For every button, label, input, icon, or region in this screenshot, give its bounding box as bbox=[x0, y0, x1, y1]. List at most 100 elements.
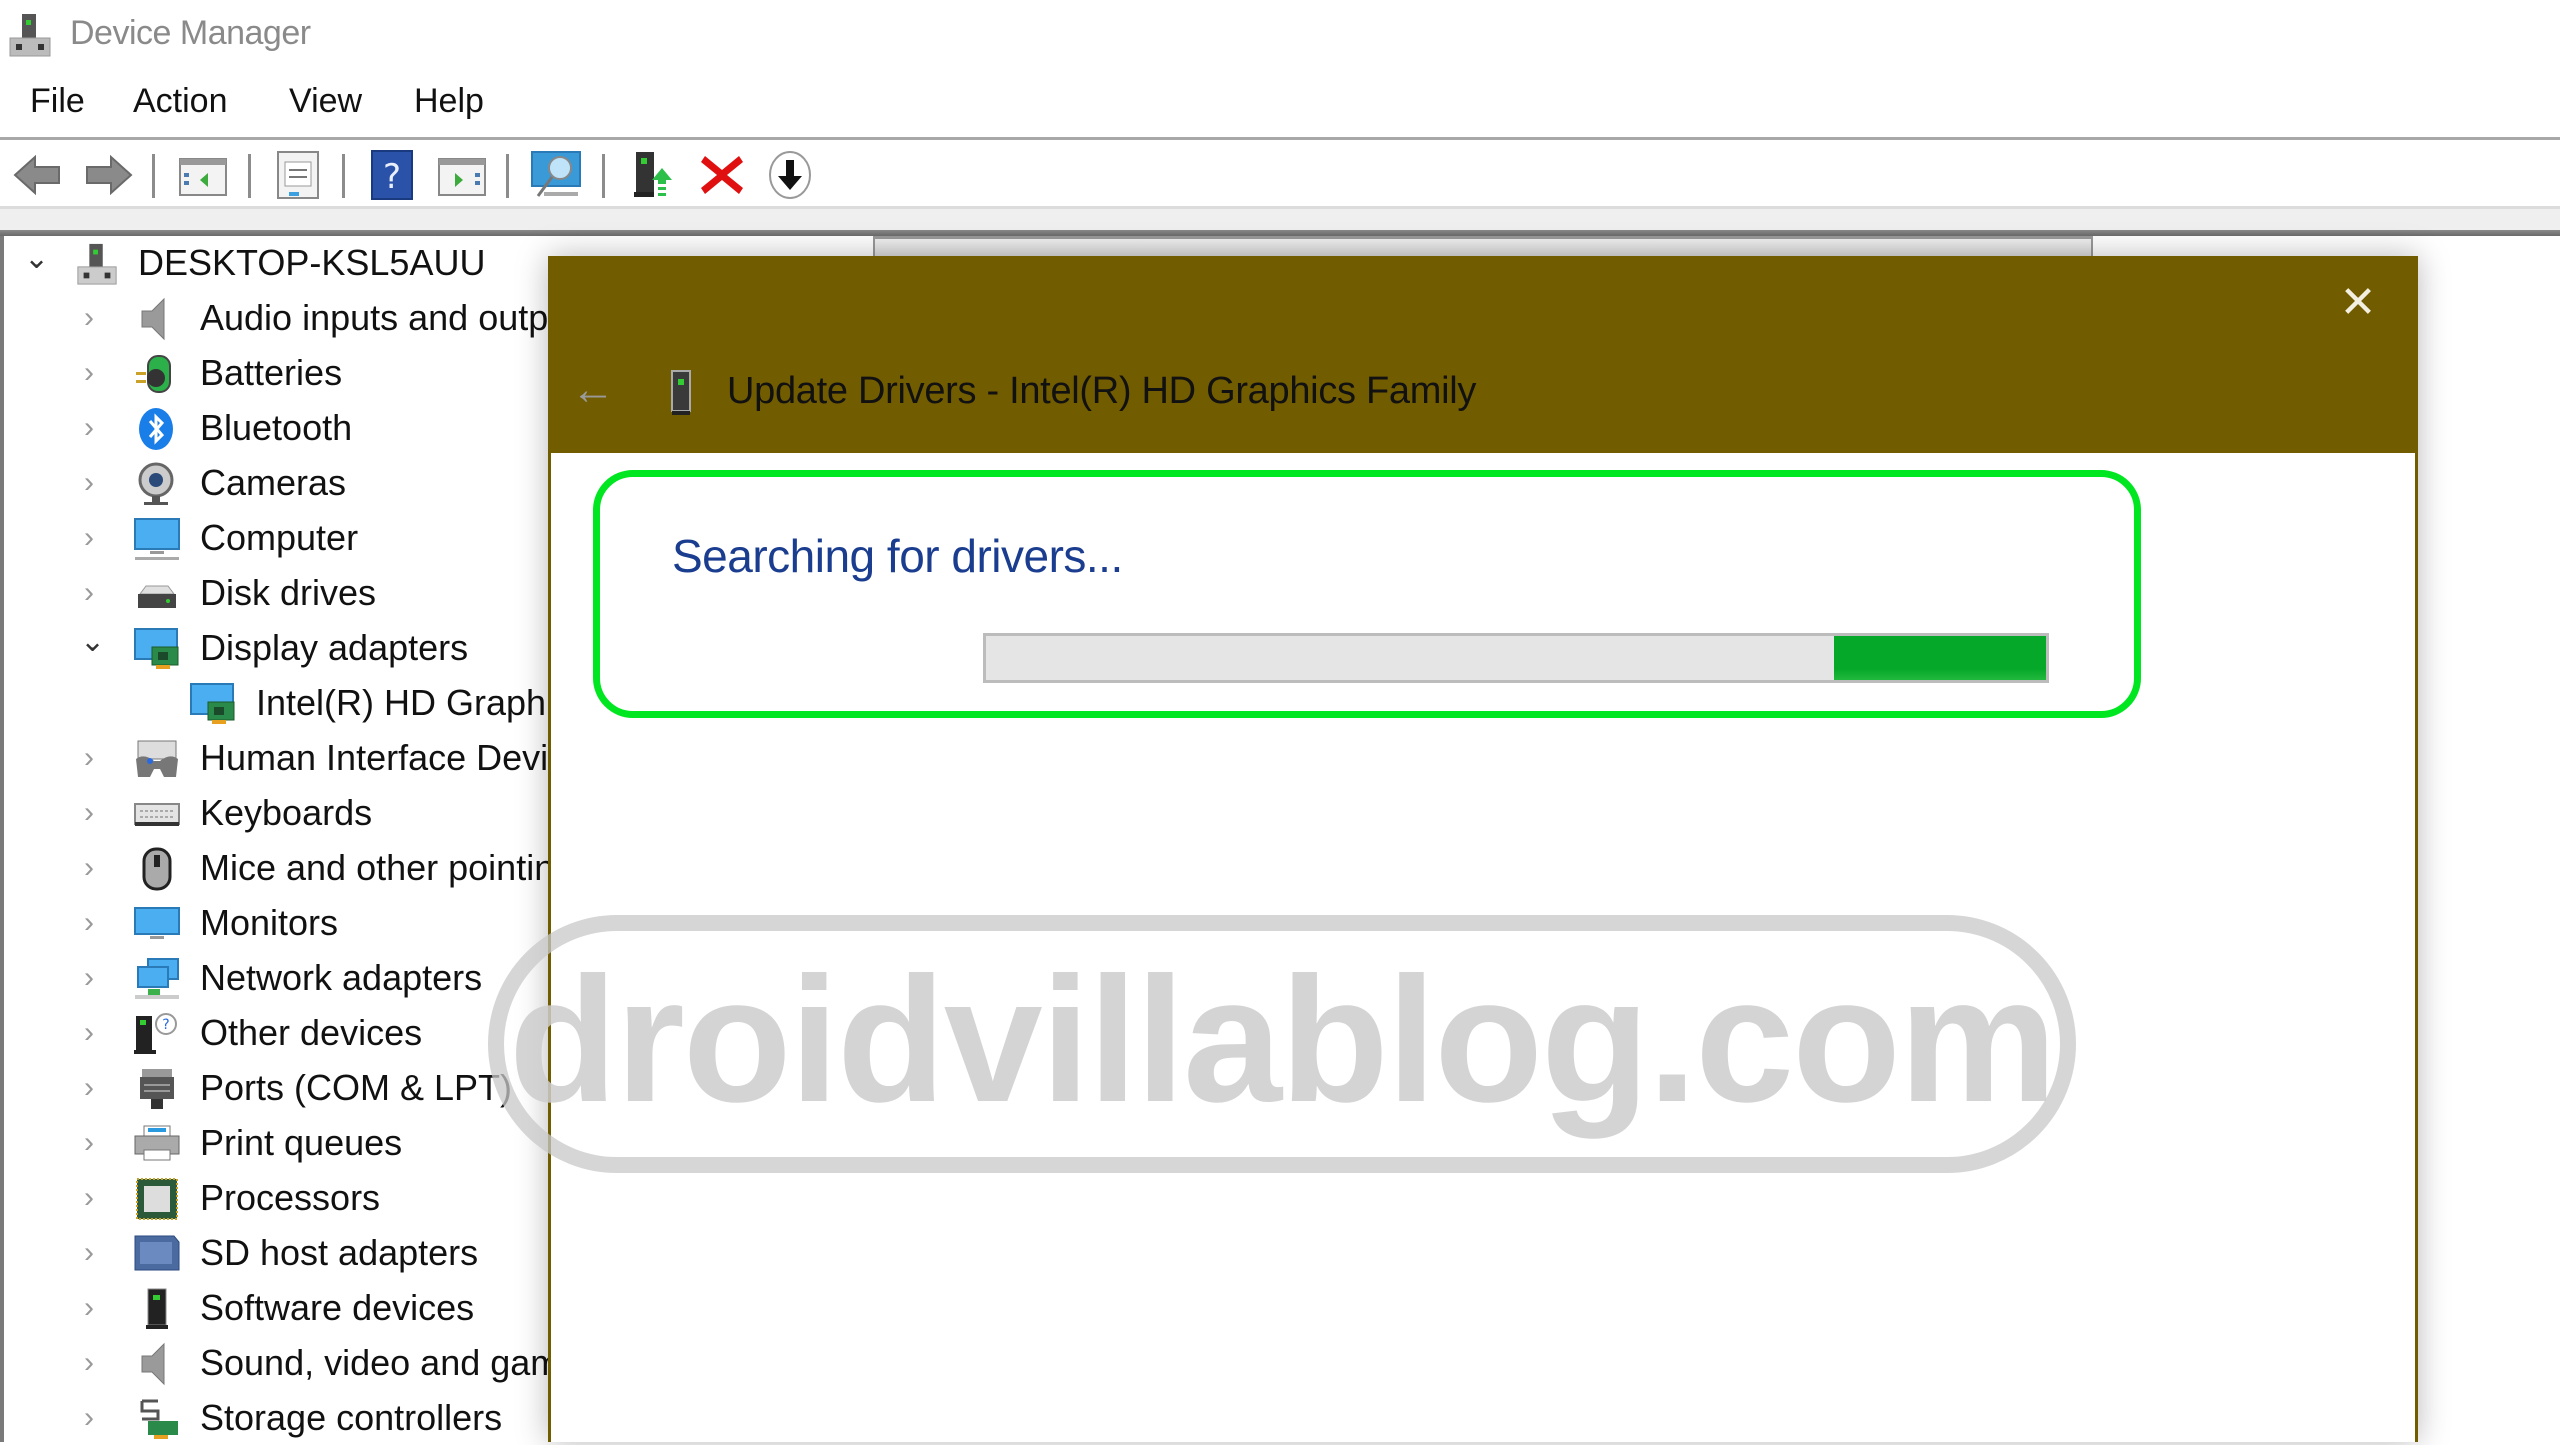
chevron-right-icon[interactable]: › bbox=[84, 1403, 114, 1433]
tree-item-label: Network adapters bbox=[200, 957, 483, 998]
chevron-right-icon[interactable]: › bbox=[84, 1238, 114, 1268]
tree-item-computer[interactable]: › Computer bbox=[4, 511, 564, 565]
tree-item-bluetooth[interactable]: › Bluetooth bbox=[4, 401, 564, 455]
printer-icon bbox=[134, 1125, 180, 1161]
chevron-right-icon[interactable]: › bbox=[84, 413, 114, 443]
tree-item-intel-hd-graphics[interactable]: Intel(R) HD Graphics Family bbox=[4, 676, 706, 730]
watermark-text: droidvillablog.com bbox=[508, 939, 2057, 1139]
tree-item-sd-host-adapters[interactable]: › SD host adapters bbox=[4, 1226, 564, 1280]
disk-drive-icon bbox=[138, 585, 176, 608]
tree-item-print-queues[interactable]: › Print queues bbox=[4, 1116, 564, 1170]
tree-item-audio[interactable]: › Audio inputs and outputs bbox=[4, 291, 596, 345]
chevron-right-icon[interactable]: › bbox=[84, 578, 114, 608]
progress-marquee bbox=[1834, 636, 2046, 680]
title-bar: Device Manager bbox=[0, 0, 2560, 72]
device-icon bbox=[671, 370, 691, 415]
update-drivers-dialog: ✕ ← Update Drivers - Intel(R) HD Graphic… bbox=[548, 256, 2418, 1442]
chevron-right-icon[interactable]: › bbox=[84, 1348, 114, 1378]
battery-icon bbox=[136, 355, 171, 393]
device-tree: ⌄ DESKTOP-KSL5AUU › Audio inputs and out… bbox=[0, 236, 756, 1442]
tree-item-cameras[interactable]: › Cameras bbox=[4, 456, 564, 510]
highlight-box: Searching for drivers... bbox=[593, 470, 2141, 718]
unknown-device-icon: ? bbox=[134, 1013, 177, 1054]
monitor-icon bbox=[134, 907, 180, 939]
tree-item-label: Ports (COM & LPT) bbox=[200, 1067, 513, 1108]
tree-item-other-devices[interactable]: › ? Other devices bbox=[4, 1006, 564, 1060]
menu-file[interactable]: File bbox=[30, 82, 85, 121]
chevron-right-icon[interactable]: › bbox=[84, 1018, 114, 1048]
chevron-right-icon[interactable]: › bbox=[84, 1183, 114, 1213]
tree-item-network-adapters[interactable]: › Network adapters bbox=[4, 951, 564, 1005]
update-driver-button[interactable] bbox=[628, 150, 680, 200]
chevron-down-icon[interactable]: ⌄ bbox=[24, 244, 54, 274]
tree-item-keyboards[interactable]: › Keyboards bbox=[4, 786, 564, 840]
chevron-right-icon[interactable]: › bbox=[84, 743, 114, 773]
toolbar: ? bbox=[0, 140, 2560, 206]
chevron-right-icon[interactable]: › bbox=[84, 303, 114, 333]
close-button[interactable]: ✕ bbox=[2335, 280, 2381, 326]
show-hide-action-pane-button[interactable] bbox=[436, 150, 488, 200]
show-hide-console-tree-button[interactable] bbox=[177, 150, 229, 200]
chevron-right-icon[interactable]: › bbox=[84, 853, 114, 883]
tree-item-batteries[interactable]: › Batteries bbox=[4, 346, 564, 400]
uninstall-device-button[interactable] bbox=[696, 150, 748, 200]
tree-item-display-adapters[interactable]: ⌄ Display adapters bbox=[4, 621, 564, 675]
menu-help[interactable]: Help bbox=[414, 82, 484, 121]
help-button[interactable]: ? bbox=[366, 150, 418, 200]
forward-button[interactable] bbox=[82, 150, 134, 200]
tree-item-ports[interactable]: › Ports (COM & LPT) bbox=[4, 1061, 564, 1115]
tree-item-label: SD host adapters bbox=[200, 1232, 479, 1273]
processor-icon bbox=[136, 1178, 178, 1220]
toolbar-bottom-band bbox=[0, 206, 2560, 230]
progress-bar bbox=[983, 633, 2049, 683]
menu-bar: File Action View Help bbox=[0, 72, 2560, 136]
computer-tower-icon bbox=[9, 14, 51, 57]
tree-item-storage-controllers[interactable]: › Storage controllers bbox=[4, 1391, 564, 1445]
properties-button[interactable] bbox=[272, 150, 324, 200]
chevron-right-icon[interactable]: › bbox=[84, 523, 114, 553]
uninstall-x-icon bbox=[701, 156, 743, 194]
display-adapter-icon bbox=[134, 628, 179, 669]
tree-item-label: Keyboards bbox=[200, 792, 373, 833]
update-driver-icon bbox=[634, 152, 672, 197]
tree-item-mice[interactable]: › Mice and other pointing devices bbox=[4, 841, 706, 895]
tree-item-processors[interactable]: › Processors bbox=[4, 1171, 564, 1225]
monitor-scan-icon bbox=[531, 151, 581, 197]
tree-root-label: DESKTOP-KSL5AUU bbox=[138, 242, 486, 283]
back-button[interactable] bbox=[12, 150, 64, 200]
port-icon bbox=[140, 1069, 174, 1109]
bluetooth-icon bbox=[139, 408, 173, 450]
tree-root[interactable]: ⌄ DESKTOP-KSL5AUU bbox=[4, 236, 564, 290]
tree-item-software-devices[interactable]: › Software devices bbox=[4, 1281, 564, 1335]
chevron-right-icon[interactable]: › bbox=[84, 908, 114, 938]
scan-hardware-changes-button[interactable] bbox=[530, 150, 582, 200]
software-device-icon bbox=[146, 1288, 168, 1329]
chevron-right-icon[interactable]: › bbox=[84, 798, 114, 828]
network-icon bbox=[135, 958, 179, 999]
back-arrow-button[interactable]: ← bbox=[571, 368, 619, 412]
chevron-right-icon[interactable]: › bbox=[84, 1073, 114, 1103]
chevron-right-icon[interactable]: › bbox=[84, 358, 114, 388]
tree-item-hid[interactable]: › Human Interface Devices bbox=[4, 731, 604, 785]
menu-view[interactable]: View bbox=[289, 82, 362, 121]
toolbar-separator bbox=[602, 154, 605, 198]
help-icon: ? bbox=[371, 150, 413, 200]
toolbar-separator bbox=[248, 154, 251, 198]
tree-item-label: Monitors bbox=[200, 902, 339, 943]
tree-item-disk-drives[interactable]: › Disk drives bbox=[4, 566, 564, 620]
menu-action[interactable]: Action bbox=[133, 82, 228, 121]
download-circle-icon bbox=[769, 151, 811, 199]
chevron-right-icon[interactable]: › bbox=[84, 1293, 114, 1323]
chevron-right-icon[interactable]: › bbox=[84, 963, 114, 993]
chevron-down-icon[interactable]: ⌄ bbox=[80, 627, 110, 657]
chevron-right-icon[interactable]: › bbox=[84, 468, 114, 498]
download-button[interactable] bbox=[764, 150, 816, 200]
dialog-header: ✕ ← Update Drivers - Intel(R) HD Graphic… bbox=[551, 256, 2415, 453]
chevron-right-icon[interactable]: › bbox=[84, 1128, 114, 1158]
tree-item-sound-video-game[interactable]: › Sound, video and game controllers bbox=[4, 1336, 756, 1390]
svg-text:?: ? bbox=[383, 157, 401, 197]
tree-item-label: Processors bbox=[200, 1177, 381, 1218]
tree-item-label: Bluetooth bbox=[200, 407, 353, 448]
tree-item-monitors[interactable]: › Monitors bbox=[4, 896, 564, 950]
mouse-icon bbox=[142, 847, 172, 891]
